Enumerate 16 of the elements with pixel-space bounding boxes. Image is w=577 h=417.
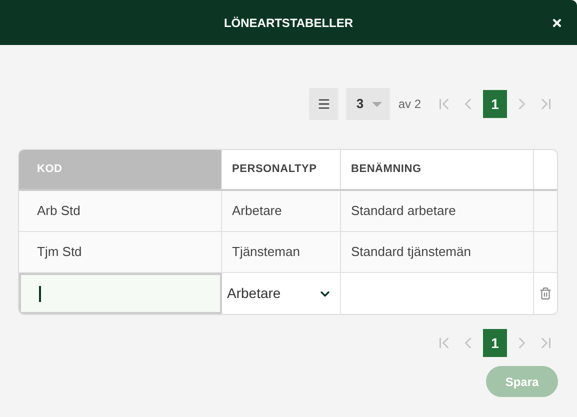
page-size-dropdown[interactable]: 3 <box>346 88 390 120</box>
table-cell: Standard tjänstemän <box>341 232 534 272</box>
code-input-field[interactable] <box>19 273 222 314</box>
table-cell: Arbetare <box>222 191 341 231</box>
table-cell: Arb Std <box>19 191 222 231</box>
list-view-button[interactable] <box>309 88 338 120</box>
table-cell: Tjm Std <box>19 232 222 272</box>
page-button[interactable]: 1 <box>483 329 507 357</box>
page-count: av 2 <box>398 96 421 113</box>
close-icon[interactable] <box>551 17 563 29</box>
table-cell: Tjänsteman <box>222 232 341 272</box>
window-title: LÖNEARTSTABELLER <box>224 14 354 32</box>
table-cell: Standard arbetare <box>341 191 534 231</box>
delete-icon[interactable] <box>539 287 552 300</box>
menu-icon <box>316 97 331 111</box>
page-button[interactable]: 1 <box>483 90 507 118</box>
